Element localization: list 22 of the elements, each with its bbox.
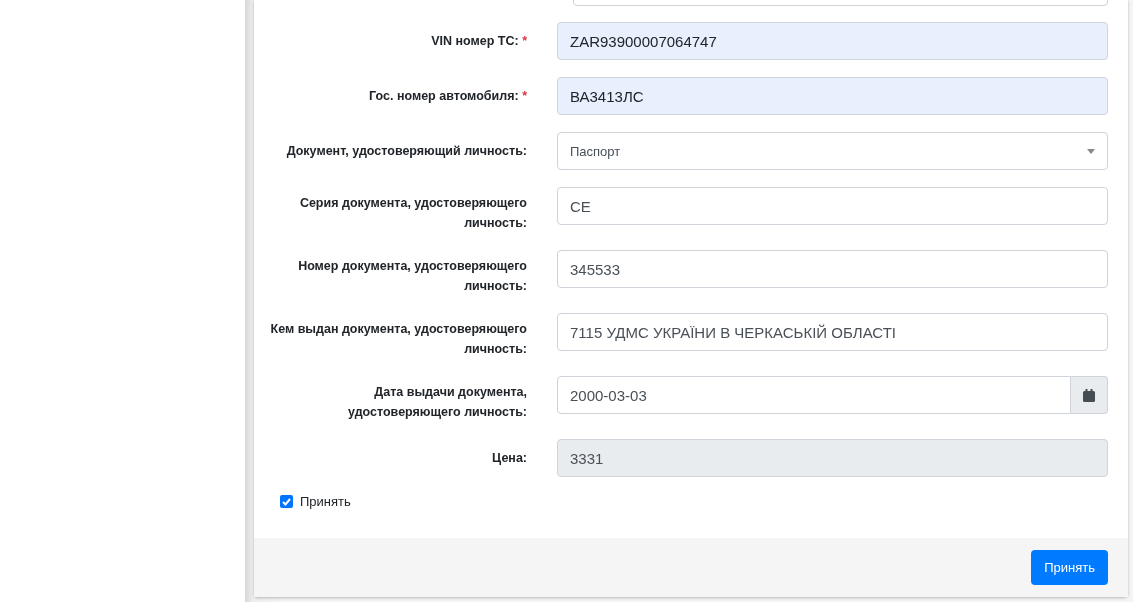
field-label: Дата выдачи документа, удостоверяющего личность: bbox=[347, 384, 528, 421]
field-label: Цена: bbox=[491, 450, 528, 467]
caret-icon bbox=[1087, 148, 1095, 154]
field-label: Номер документа, удостоверяющего личность: bbox=[297, 258, 528, 295]
field-label: Гос. номер автомобиля: * bbox=[368, 88, 528, 105]
input-field[interactable]: CE bbox=[557, 187, 1108, 225]
input-field[interactable]: 7115 УДМС УКРАЇНИ В ЧЕРКАСЬКІЙ ОБЛАСТІ bbox=[557, 313, 1108, 351]
calendar-icon bbox=[1083, 388, 1095, 402]
field-label: Документ, удостоверяющий личность: bbox=[285, 143, 528, 160]
input-field[interactable]: ВА3413ЛС bbox=[557, 77, 1108, 115]
field-label: Серия документа, удостоверяющего личность: bbox=[298, 195, 528, 232]
accept-button[interactable]: Принять bbox=[1031, 550, 1108, 585]
date-field[interactable]: 2000-03-03 bbox=[557, 376, 1071, 414]
input-field[interactable]: 345533 bbox=[557, 250, 1108, 288]
calendar-button[interactable] bbox=[1071, 376, 1108, 414]
input-field[interactable]: ZAR93900007064747 bbox=[557, 22, 1108, 60]
field-label: VIN номер ТС: * bbox=[430, 33, 528, 50]
price-field: 3331 bbox=[557, 439, 1108, 477]
field-label: Кем выдан документа, удостоверяющего личность: bbox=[270, 321, 528, 358]
checkbox[interactable] bbox=[280, 495, 293, 508]
checkbox-label: Принять bbox=[300, 494, 351, 509]
select-field[interactable]: Паспорт bbox=[557, 132, 1108, 170]
